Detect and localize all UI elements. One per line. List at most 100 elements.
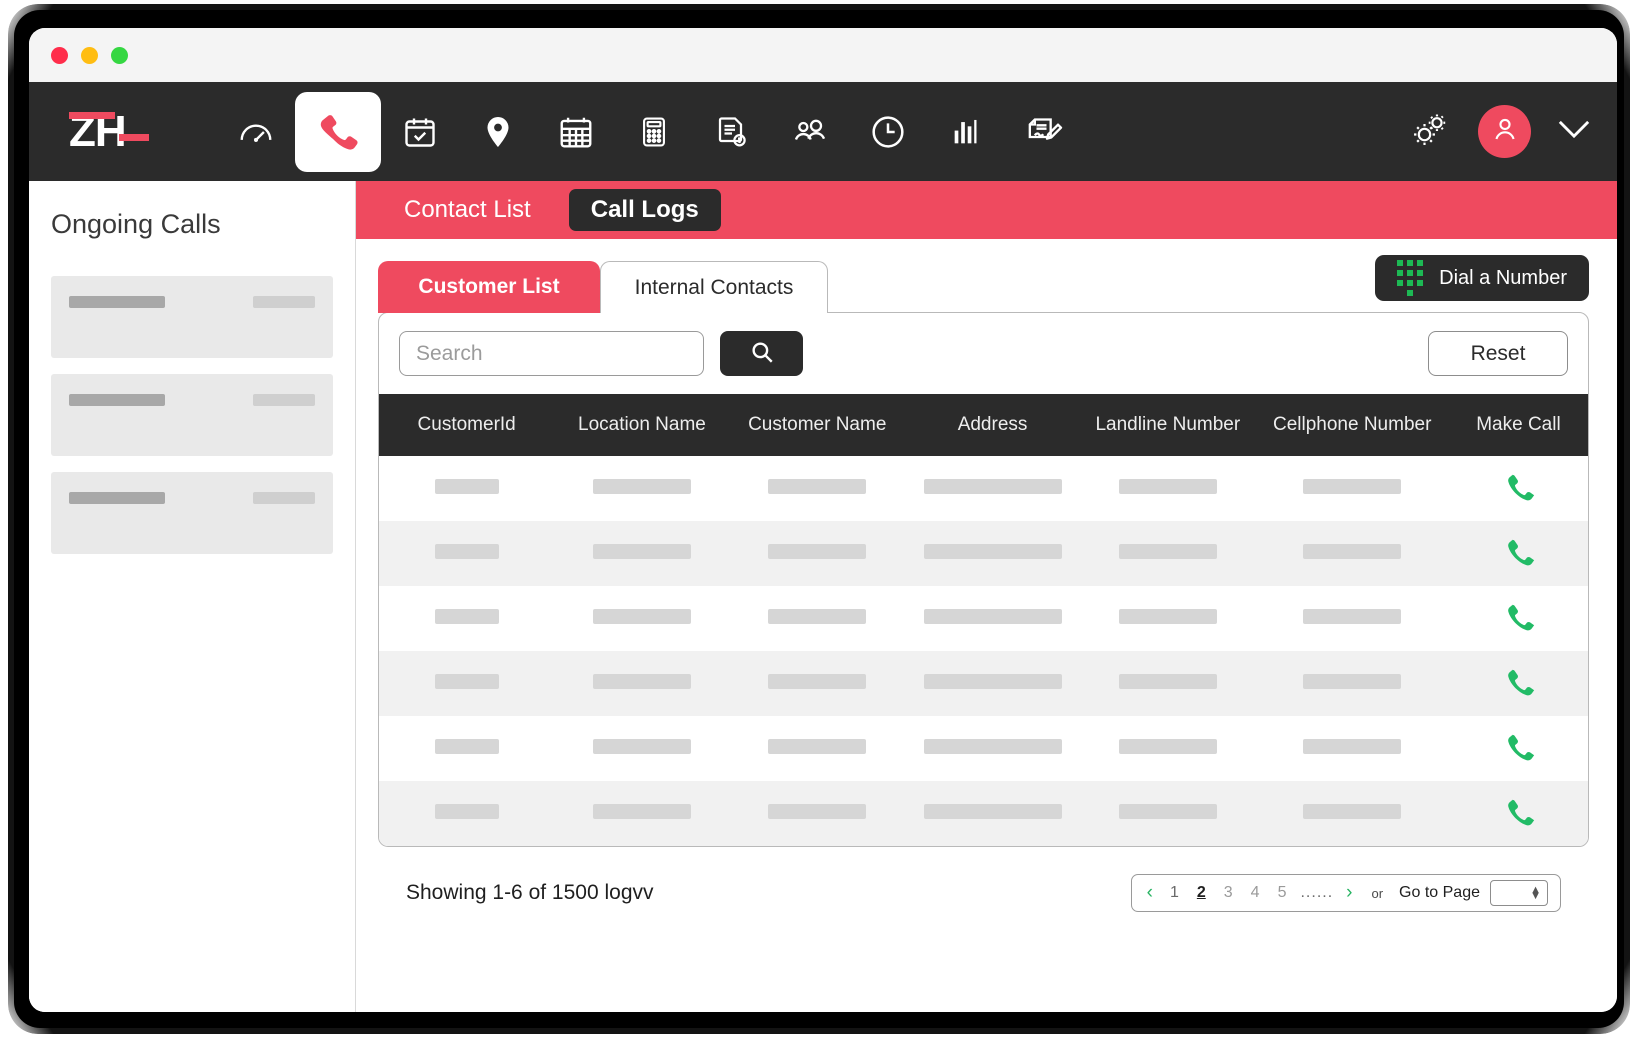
nav-item-scheduled-tasks[interactable]	[381, 97, 459, 167]
table-row[interactable]	[379, 586, 1588, 651]
make-call-button[interactable]	[1449, 781, 1588, 846]
nav-item-customers[interactable]	[771, 97, 849, 167]
phone-handset-icon	[1501, 474, 1535, 500]
table-row[interactable]	[379, 781, 1588, 846]
skeleton-bar	[1118, 738, 1217, 754]
table-row[interactable]	[379, 716, 1588, 781]
column-header-landline-number[interactable]: Landline Number	[1080, 394, 1256, 456]
table-cell	[730, 651, 905, 716]
ongoing-call-card[interactable]	[51, 472, 333, 554]
chevron-right-icon[interactable]: ›	[1343, 882, 1355, 904]
skeleton-bar	[1118, 478, 1217, 494]
make-call-button[interactable]	[1449, 456, 1588, 521]
nav-item-reports[interactable]	[927, 97, 1005, 167]
phone-handset-icon	[1501, 539, 1535, 565]
skeleton-bar	[1118, 608, 1217, 624]
speedometer-icon	[237, 113, 275, 151]
table-cell	[379, 716, 554, 781]
tab-contact-list[interactable]: Contact List	[400, 189, 535, 231]
nav-item-calculator[interactable]	[615, 97, 693, 167]
chevron-down-icon[interactable]	[1557, 118, 1591, 145]
nav-right-group	[1408, 105, 1591, 158]
nav-item-calendar[interactable]	[537, 97, 615, 167]
stepper-icon[interactable]: ▲ ▼	[1530, 885, 1541, 902]
call-card-row-top	[69, 394, 315, 406]
table-cell	[554, 781, 729, 846]
nav-icon-group	[217, 91, 1083, 172]
app-body: Ongoing Calls Contact List Call Logs Cus…	[29, 181, 1617, 1012]
nav-item-dashboard[interactable]	[217, 97, 295, 167]
skeleton-bar	[768, 738, 867, 754]
ongoing-call-card[interactable]	[51, 276, 333, 358]
reset-button[interactable]: Reset	[1428, 331, 1568, 376]
table-row[interactable]	[379, 521, 1588, 586]
customer-table: CustomerId Location Name Customer Name A…	[379, 394, 1588, 846]
table-cell	[554, 651, 729, 716]
app-logo[interactable]: ZH	[69, 109, 165, 154]
tab-call-logs[interactable]: Call Logs	[568, 189, 721, 231]
table-cell	[1255, 716, 1448, 781]
skeleton-bar	[592, 608, 691, 624]
tab-internal-contacts[interactable]: Internal Contacts	[600, 261, 828, 313]
page-2[interactable]: 2	[1193, 884, 1210, 902]
table-cell	[905, 651, 1080, 716]
skeleton-bar	[253, 296, 315, 308]
skeleton-bar	[592, 803, 691, 819]
skeleton-bar	[1118, 543, 1217, 559]
table-cell	[1255, 521, 1448, 586]
skeleton-bar	[768, 543, 867, 559]
table-cell	[379, 521, 554, 586]
table-cell	[905, 781, 1080, 846]
maximize-button[interactable]	[111, 46, 128, 64]
column-header-address[interactable]: Address	[904, 394, 1081, 456]
pagination: ‹ 1 2 3 4 5 ...... › or Go to Page ▲ ▼	[1130, 874, 1561, 912]
close-button[interactable]	[51, 46, 68, 64]
search-input[interactable]	[399, 331, 704, 376]
column-header-make-call[interactable]: Make Call	[1448, 394, 1588, 456]
page-4[interactable]: 4	[1247, 884, 1264, 902]
column-header-customer-name[interactable]: Customer Name	[729, 394, 905, 456]
table-cell	[905, 456, 1080, 521]
nav-item-timesheet[interactable]	[849, 97, 927, 167]
table-row[interactable]	[379, 651, 1588, 716]
nav-item-invoices[interactable]	[693, 97, 771, 167]
make-call-button[interactable]	[1449, 586, 1588, 651]
skeleton-bar	[592, 543, 691, 559]
column-header-customerid[interactable]: CustomerId	[379, 394, 555, 456]
table-cell	[905, 716, 1080, 781]
go-to-page-input[interactable]: ▲ ▼	[1490, 880, 1548, 906]
calendar-check-icon	[402, 114, 438, 150]
phone-handset-icon	[1501, 799, 1535, 825]
table-cell	[1255, 781, 1448, 846]
search-button[interactable]	[720, 331, 803, 376]
page-header-tabs: Contact List Call Logs	[356, 181, 1617, 239]
page-3[interactable]: 3	[1220, 884, 1237, 902]
page-1[interactable]: 1	[1166, 884, 1183, 902]
gears-icon[interactable]	[1408, 107, 1452, 156]
ongoing-call-card[interactable]	[51, 374, 333, 456]
table-row[interactable]	[379, 456, 1588, 521]
pagination-ellipsis: ......	[1300, 884, 1334, 901]
tab-customer-list[interactable]: Customer List	[378, 261, 600, 313]
skeleton-bar	[923, 543, 1062, 559]
chevron-left-icon[interactable]: ‹	[1144, 882, 1156, 904]
nav-item-locations[interactable]	[459, 97, 537, 167]
column-header-cellphone-number[interactable]: Cellphone Number	[1255, 394, 1449, 456]
page-5[interactable]: 5	[1274, 884, 1291, 902]
user-avatar-icon	[1489, 113, 1521, 150]
table-cell	[1080, 781, 1255, 846]
minimize-button[interactable]	[81, 46, 98, 64]
bar-chart-icon	[949, 115, 983, 149]
avatar[interactable]	[1478, 105, 1531, 158]
skeleton-bar	[592, 478, 691, 494]
table-cell	[905, 521, 1080, 586]
screen-root: ZH Ongoing Calls Contact List Call Logs …	[0, 0, 1650, 1040]
column-header-location-name[interactable]: Location Name	[554, 394, 730, 456]
nav-item-work-orders[interactable]	[1005, 97, 1083, 167]
nav-item-calls[interactable]	[295, 91, 381, 172]
make-call-button[interactable]	[1449, 651, 1588, 716]
table-cell	[1255, 651, 1448, 716]
make-call-button[interactable]	[1449, 716, 1588, 781]
make-call-button[interactable]	[1449, 521, 1588, 586]
people-icon	[790, 112, 830, 152]
